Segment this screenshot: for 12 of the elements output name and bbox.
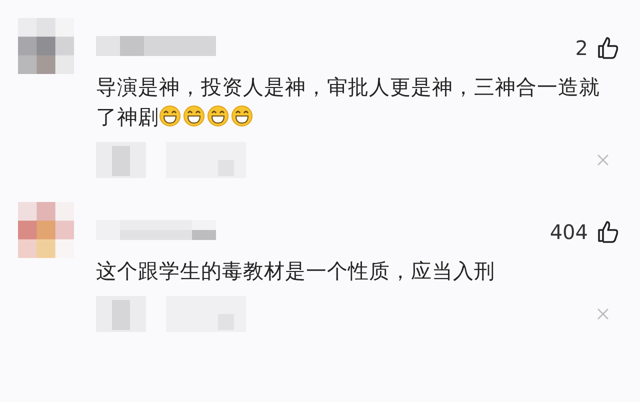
comment-text: 导演是神，投资人是神，审批人更是神，三神合一造就了神剧 [96, 74, 601, 131]
blurred-avatar [18, 18, 74, 74]
grinning-emoji-icon [231, 105, 253, 127]
like-count: 404 [550, 220, 588, 244]
like-count: 2 [575, 36, 588, 60]
grinning-emoji-icon [207, 105, 229, 127]
thumbs-up-icon[interactable] [596, 36, 620, 60]
grinning-emoji-icon [183, 105, 205, 127]
thumbs-up-icon[interactable] [596, 220, 620, 244]
grinning-emoji-icon [159, 105, 181, 127]
comment-text: 这个跟学生的毒教材是一个性质，应当入刑 [96, 258, 496, 285]
blurred-avatar [18, 202, 74, 258]
